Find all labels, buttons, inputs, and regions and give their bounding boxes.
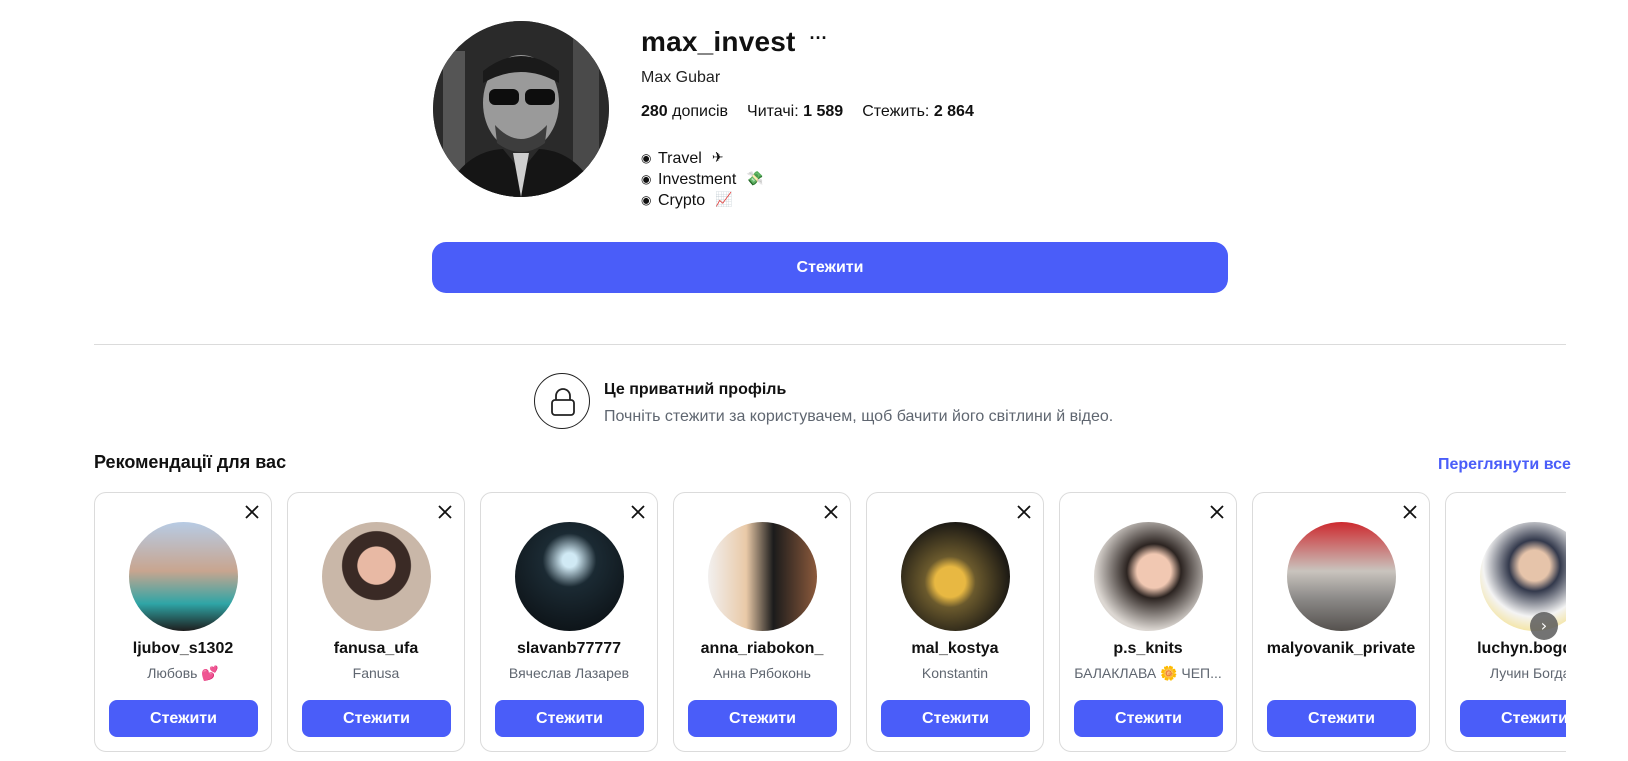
close-icon[interactable] [1399, 501, 1421, 523]
avatar[interactable] [515, 522, 624, 631]
posts-label: дописів [672, 103, 729, 120]
recommendation-cards: ljubov_s1302 Любовь 💕 Стежити fanusa_ufa… [94, 492, 1566, 752]
followers-stat[interactable]: Читачі: 1 589 [747, 103, 843, 121]
card-username[interactable]: mal_kostya [867, 640, 1043, 658]
airplane-icon: ✈ [711, 150, 724, 166]
bullet-icon: ◉ [641, 172, 652, 186]
following-stat[interactable]: Стежить: 2 864 [862, 103, 974, 121]
card-username[interactable]: ljubov_s1302 [95, 640, 271, 658]
recommendation-card: mal_kostya Konstantin Стежити [866, 492, 1044, 752]
profile-bio: ◉ Travel ✈ ◉ Investment 💸 ◉ Crypto 📈 [641, 148, 764, 211]
recommendations-title: Рекомендації для вас [94, 452, 287, 472]
followers-label: Читачі: [747, 103, 799, 120]
card-full-name: Fanusa [352, 665, 400, 681]
close-icon[interactable] [241, 501, 263, 523]
close-icon[interactable] [627, 501, 649, 523]
card-username[interactable]: luchyn.bogdan [1446, 640, 1566, 658]
bullet-icon: ◉ [641, 151, 652, 165]
profile-username: max_invest [641, 26, 796, 57]
card-follow-button[interactable]: Стежити [1074, 700, 1223, 737]
avatar[interactable] [708, 522, 817, 631]
card-username[interactable]: p.s_knits [1060, 640, 1236, 658]
divider [94, 344, 1566, 345]
username-row: max_invest ··· [641, 26, 828, 58]
bio-line: ◉ Travel ✈ [641, 148, 764, 169]
follow-button[interactable]: Стежити [432, 242, 1228, 293]
card-follow-button[interactable]: Стежити [881, 700, 1030, 737]
chart-up-icon: 📈 [715, 192, 733, 208]
recommendation-card: slavanb77777 Вячеслав Лазарев Стежити [480, 492, 658, 752]
posts-count: 280 [641, 103, 668, 120]
recommendation-card: fanusa_ufa Fanusa Стежити [287, 492, 465, 752]
close-icon[interactable] [820, 501, 842, 523]
card-full-name: Любовь 💕 [147, 665, 219, 681]
card-follow-button[interactable]: Стежити [688, 700, 837, 737]
more-options-icon[interactable]: ··· [810, 29, 828, 47]
chevron-right-icon[interactable]: › [1530, 612, 1558, 640]
bio-line: ◉ Investment 💸 [641, 169, 764, 190]
recommendation-card: ljubov_s1302 Любовь 💕 Стежити [94, 492, 272, 752]
money-icon: 💸 [746, 171, 764, 187]
private-profile-title: Це приватний профіль [604, 381, 787, 398]
card-full-name: Konstantin [921, 665, 989, 681]
bullet-icon: ◉ [641, 193, 652, 207]
profile-avatar-photo [433, 21, 609, 197]
lock-icon [534, 373, 590, 429]
following-label: Стежить: [862, 103, 930, 120]
bio-text: Travel [658, 150, 702, 167]
card-username[interactable]: malyovanik_private [1253, 640, 1429, 658]
avatar[interactable] [1094, 522, 1203, 631]
card-username[interactable]: slavanb77777 [481, 640, 657, 658]
card-full-name: Анна Рябоконь [713, 665, 811, 681]
card-follow-button[interactable]: Стежити [1267, 700, 1416, 737]
private-profile-subtitle: Почніть стежити за користувачем, щоб бач… [604, 408, 1114, 425]
bio-text: Investment [658, 171, 737, 188]
recommendation-card: anna_riabokon_ Анна Рябоконь Стежити [673, 492, 851, 752]
card-full-name: БАЛАКЛАВА 🌼 ЧЕП... [1074, 665, 1222, 681]
followers-count: 1 589 [803, 103, 844, 120]
bio-text: Crypto [658, 192, 706, 209]
following-count: 2 864 [933, 103, 974, 120]
avatar[interactable] [322, 522, 431, 631]
profile-stats: 280 дописів Читачі: 1 589 Стежить: 2 864 [641, 103, 974, 121]
close-icon[interactable] [1013, 501, 1035, 523]
card-full-name: Лучин Богдан [1489, 665, 1566, 681]
profile-avatar [433, 21, 609, 197]
posts-stat: 280 дописів [641, 103, 728, 121]
card-follow-button[interactable]: Стежити [302, 700, 451, 737]
avatar[interactable] [901, 522, 1010, 631]
card-follow-button[interactable]: Стежити [495, 700, 644, 737]
recommendation-card: malyovanik_private Стежити [1252, 492, 1430, 752]
card-follow-button[interactable]: Стежити [1460, 700, 1566, 737]
recommendations-carousel: ljubov_s1302 Любовь 💕 Стежити fanusa_ufa… [94, 492, 1566, 754]
bio-line: ◉ Crypto 📈 [641, 190, 764, 211]
card-username[interactable]: fanusa_ufa [288, 640, 464, 658]
recommendation-card: p.s_knits БАЛАКЛАВА 🌼 ЧЕП... Стежити [1059, 492, 1237, 752]
close-icon[interactable] [1206, 501, 1228, 523]
card-username[interactable]: anna_riabokon_ [674, 640, 850, 658]
avatar[interactable] [1287, 522, 1396, 631]
profile-full-name: Max Gubar [641, 69, 721, 86]
card-follow-button[interactable]: Стежити [109, 700, 258, 737]
see-all-link[interactable]: Переглянути все [1438, 456, 1571, 474]
close-icon[interactable] [434, 501, 456, 523]
avatar[interactable] [129, 522, 238, 631]
card-full-name: Вячеслав Лазарев [508, 665, 630, 681]
